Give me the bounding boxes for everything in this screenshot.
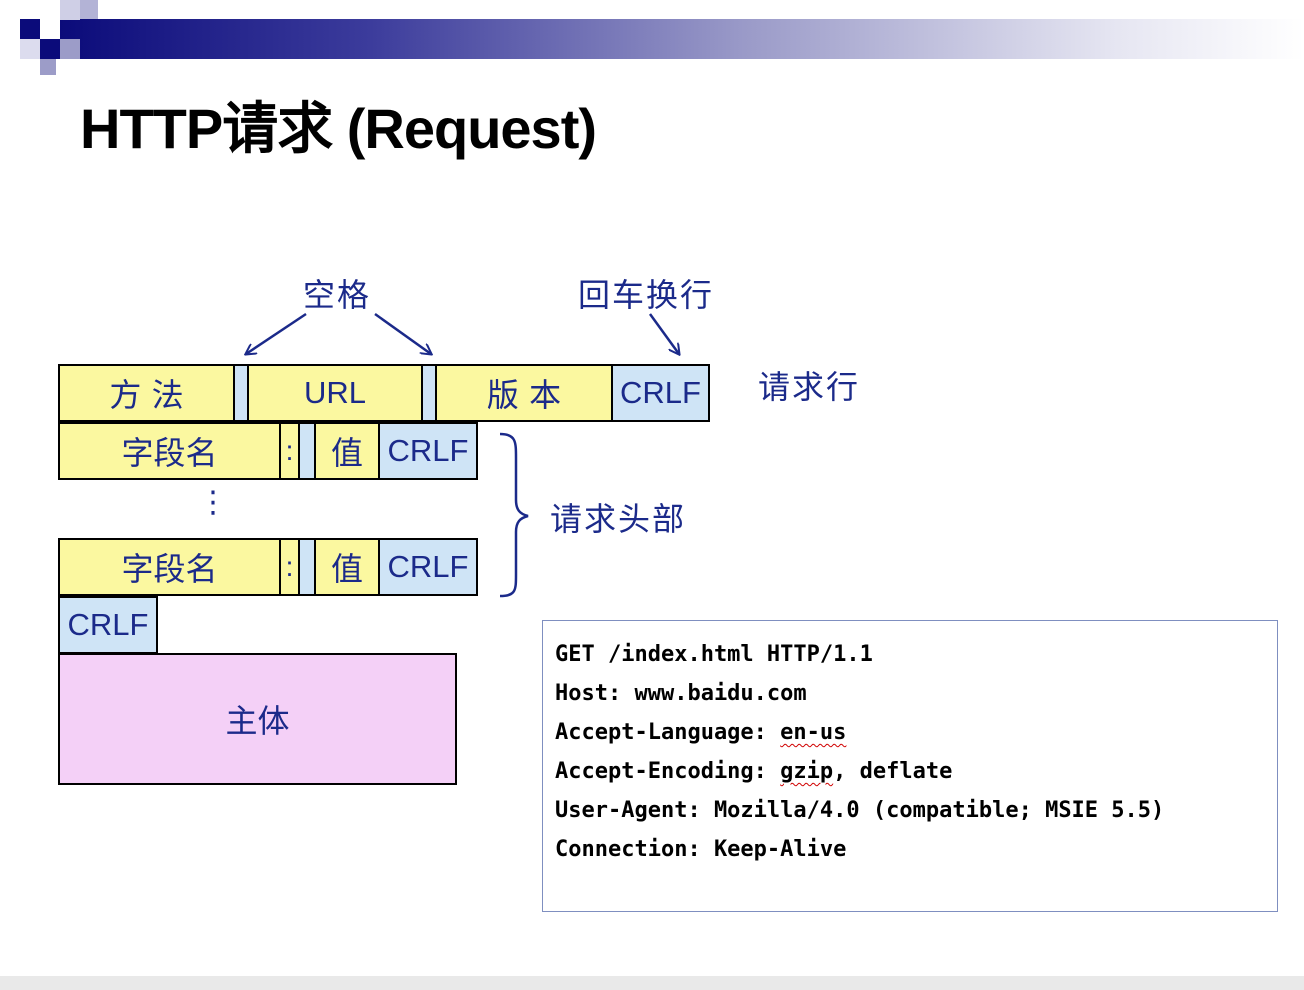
header-value-rest: , deflate: [833, 759, 953, 784]
request-headers-brace: [499, 432, 529, 598]
spellcheck-flagged-value: gzip: [780, 759, 834, 784]
connection-example: Connection: Keep-Alive: [555, 837, 847, 862]
spellcheck-flagged-value: en-us: [780, 720, 847, 745]
space-arrow-left: [246, 312, 307, 354]
header-key: Accept-Language:: [555, 720, 781, 745]
accept-encoding-example: Accept-Encoding: gzip, deflate: [555, 752, 1277, 791]
user-agent-example: User-Agent: Mozilla/4.0 (compatible; MSI…: [555, 798, 1165, 823]
crlf-arrow: [648, 313, 679, 354]
header-key: Accept-Encoding:: [555, 759, 781, 784]
example-request-box: GET /index.html HTTP/1.1 Host: www.baidu…: [542, 620, 1278, 912]
host-header-example: Host: www.baidu.com: [555, 681, 807, 706]
accept-language-example: Accept-Language: en-us: [555, 713, 1277, 752]
slide: HTTP请求 (Request) 空格 回车换行 请求行 请求头部 方 法 UR…: [0, 0, 1304, 976]
request-line-example: GET /index.html HTTP/1.1: [555, 642, 873, 667]
space-arrow-right: [374, 312, 431, 354]
